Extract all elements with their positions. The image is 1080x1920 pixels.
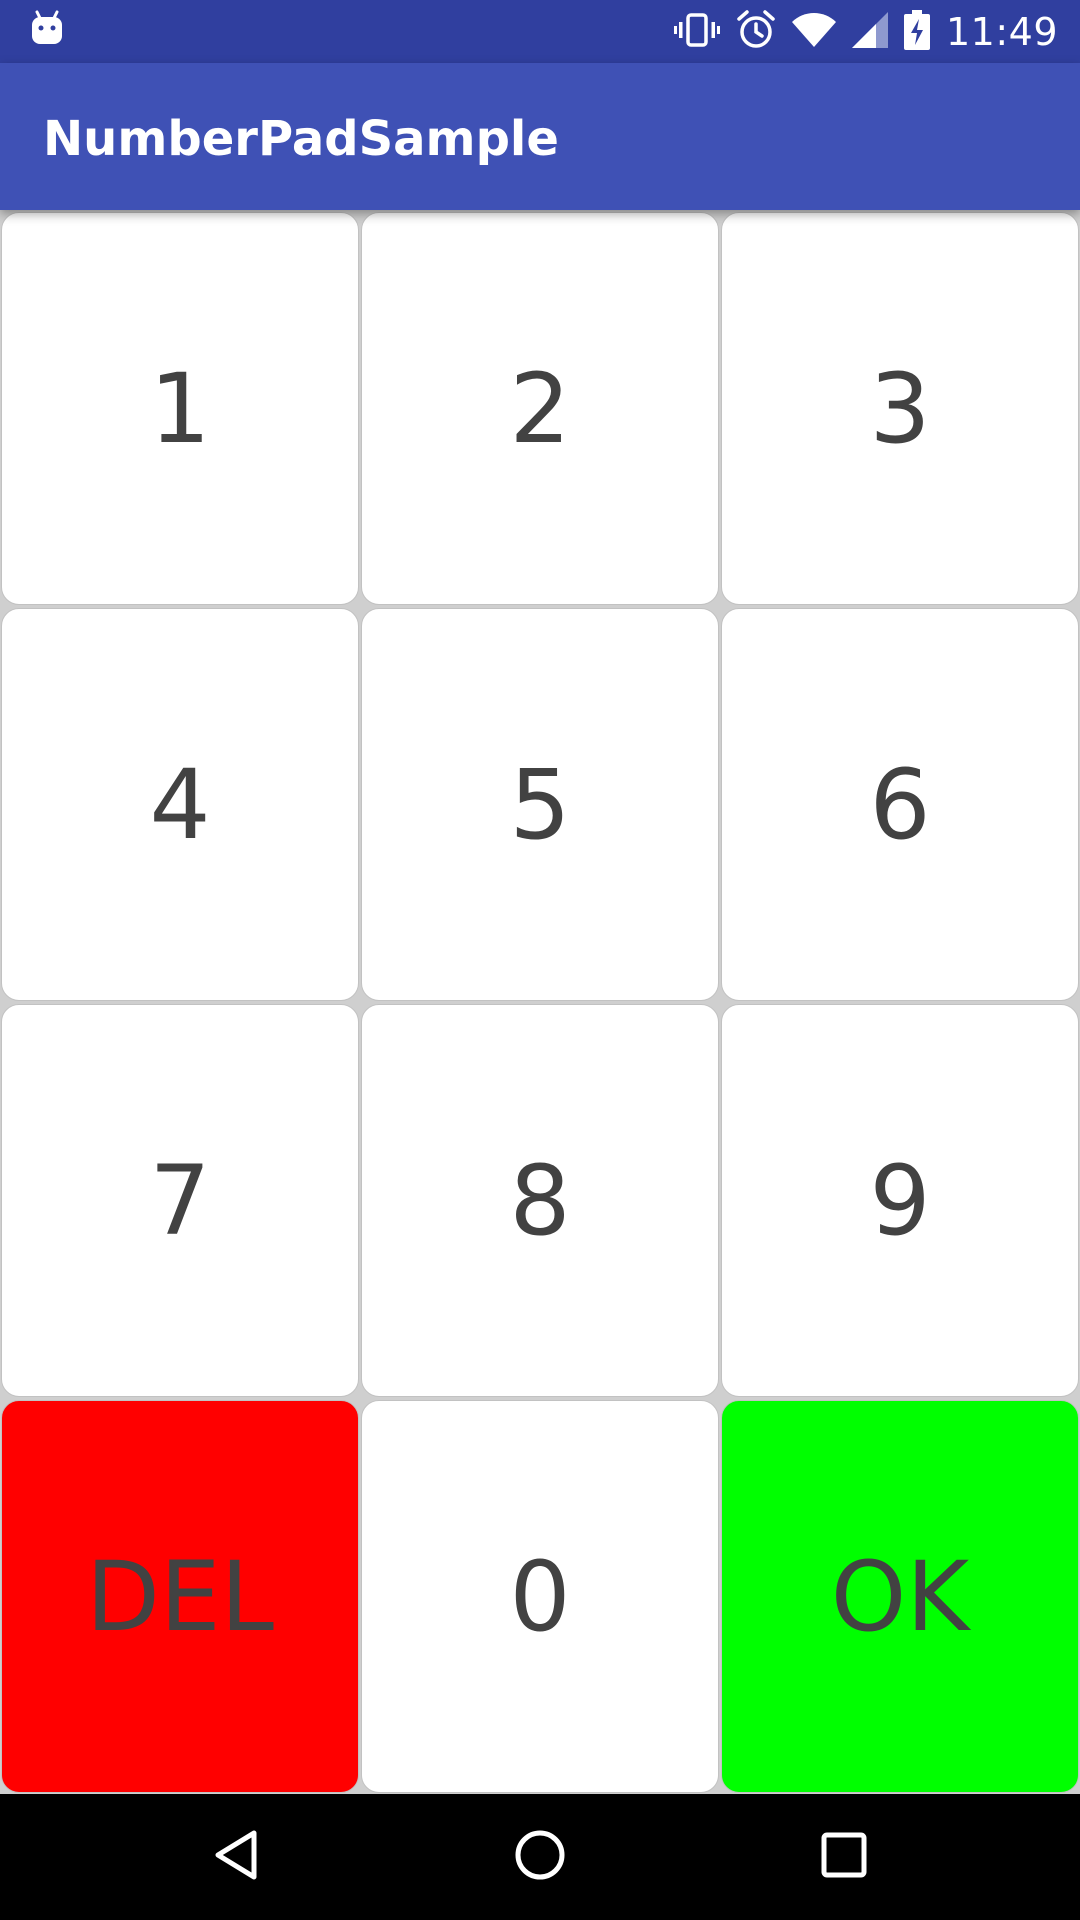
screen: 11:49 NumberPadSample 1 2 3 4 5 6 7 8 9 … (0, 0, 1080, 1920)
ok-button[interactable]: OK (721, 1400, 1079, 1793)
key-1[interactable]: 1 (1, 212, 359, 605)
vibrate-icon (673, 12, 720, 52)
battery-charging-icon (903, 9, 930, 54)
wifi-icon (791, 12, 836, 51)
key-5[interactable]: 5 (361, 608, 719, 1001)
back-button[interactable] (166, 1794, 306, 1920)
status-time: 11:49 (945, 9, 1058, 54)
key-4[interactable]: 4 (1, 608, 359, 1001)
delete-button[interactable]: DEL (1, 1400, 359, 1793)
recents-icon (820, 1831, 868, 1883)
recents-button[interactable] (774, 1794, 914, 1920)
signal-icon (851, 11, 888, 52)
app-bar: NumberPadSample (0, 63, 1080, 210)
navigation-bar (0, 1794, 1080, 1920)
number-pad: 1 2 3 4 5 6 7 8 9 DEL 0 OK (0, 210, 1080, 1794)
back-icon (212, 1829, 260, 1885)
key-6[interactable]: 6 (721, 608, 1079, 1001)
app-title: NumberPadSample (43, 111, 559, 167)
home-button[interactable] (470, 1794, 610, 1920)
key-2[interactable]: 2 (361, 212, 719, 605)
key-9[interactable]: 9 (721, 1004, 1079, 1397)
key-7[interactable]: 7 (1, 1004, 359, 1397)
key-0[interactable]: 0 (361, 1400, 719, 1793)
status-bar: 11:49 (0, 0, 1080, 63)
key-8[interactable]: 8 (361, 1004, 719, 1397)
status-icons: 11:49 (673, 0, 1058, 63)
android-debug-icon (30, 10, 64, 50)
alarm-icon (736, 9, 776, 54)
home-icon (514, 1829, 566, 1885)
key-3[interactable]: 3 (721, 212, 1079, 605)
